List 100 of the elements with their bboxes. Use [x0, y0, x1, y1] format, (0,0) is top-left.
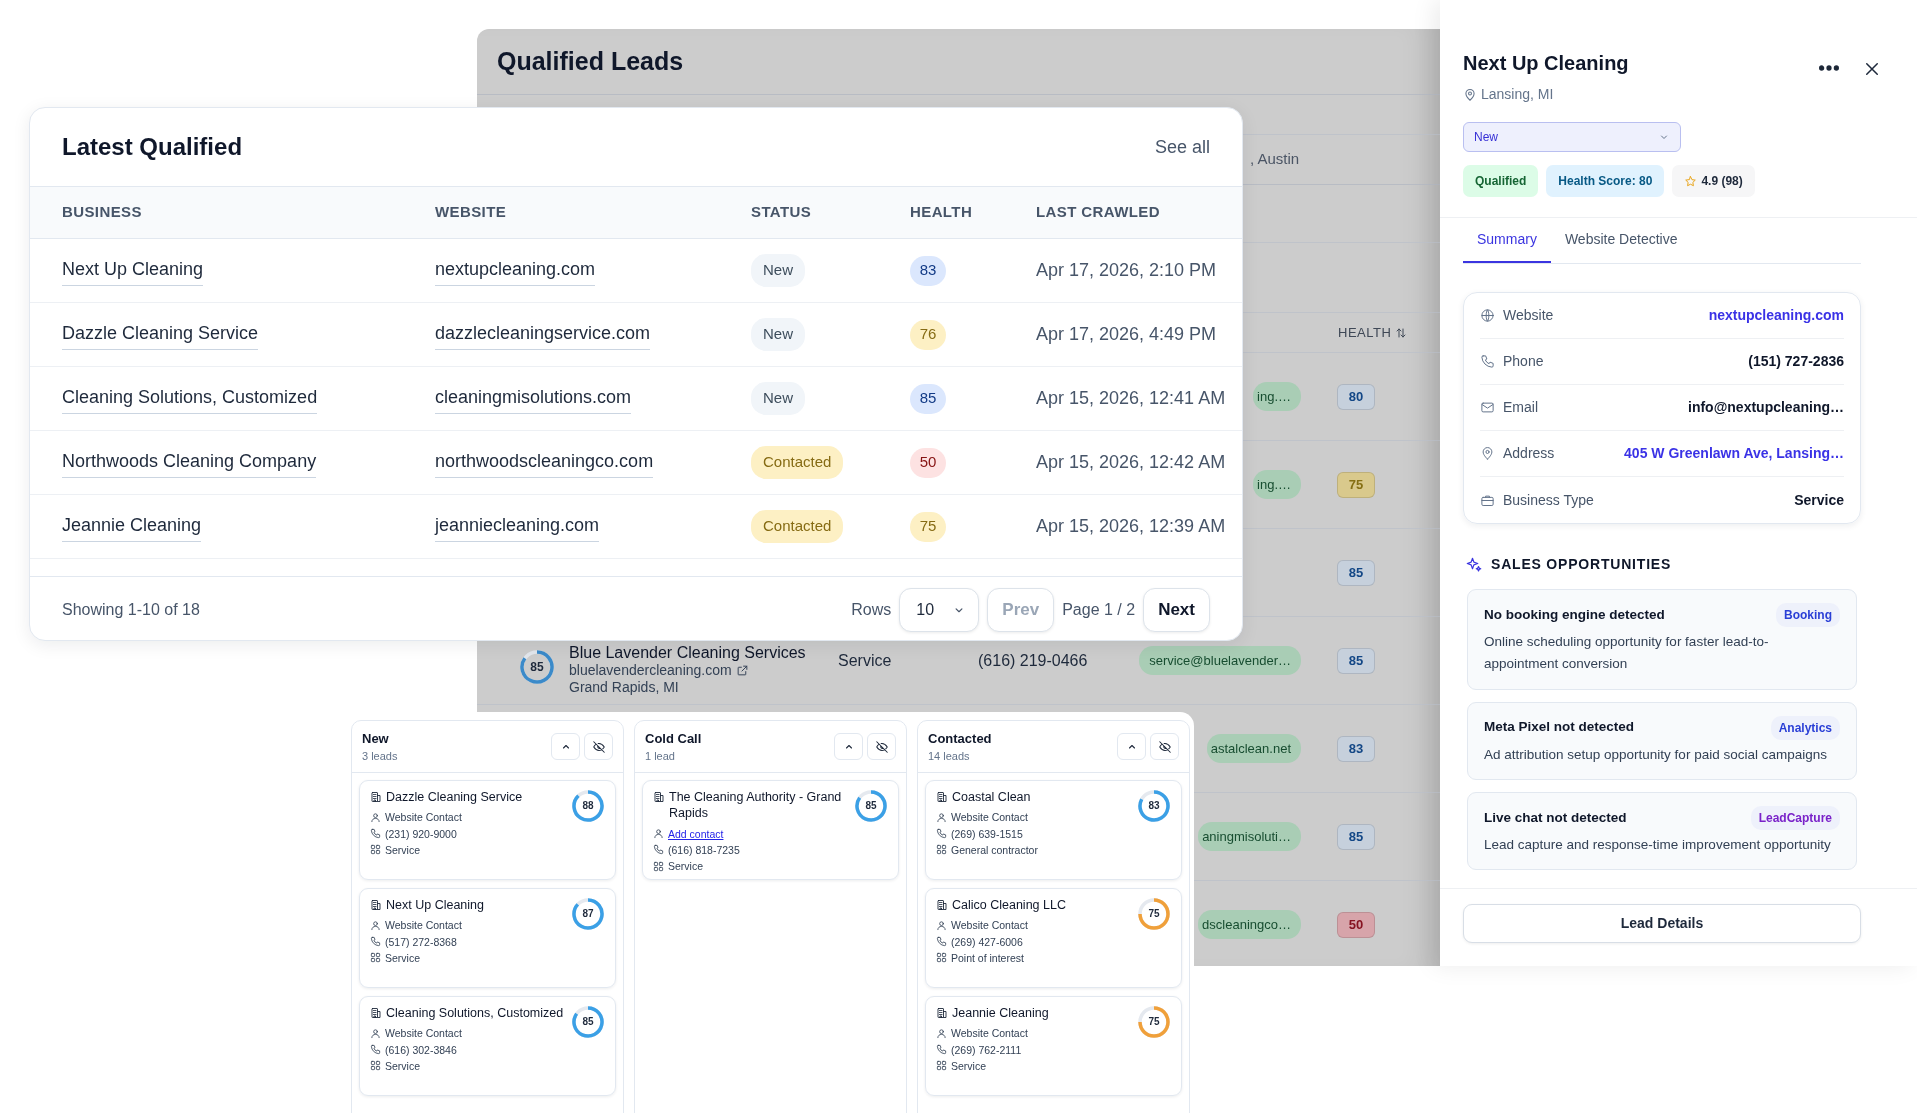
status-pill: New	[751, 254, 805, 287]
lead-card[interactable]: Jeannie Cleaning Website Contact (269) 762-2111 Service 75	[925, 996, 1182, 1096]
score-value: 88	[581, 801, 595, 811]
grid-icon	[370, 844, 381, 856]
business-link[interactable]: Dazzle Cleaning Service	[62, 319, 259, 350]
star-icon	[1684, 174, 1698, 188]
more-icon	[1819, 65, 1839, 71]
panel-title: Next Up Cleaning	[1463, 51, 1629, 76]
hide-button[interactable]	[867, 733, 896, 760]
category-tag: LeadCapture	[1750, 805, 1840, 830]
business-link[interactable]: Jeannie Cleaning	[62, 511, 202, 542]
opportunity-title: No booking engine detected	[1484, 605, 1665, 624]
lead-name: Jeannie Cleaning	[952, 1005, 1049, 1022]
score-ring	[854, 789, 888, 823]
health-score: 83	[910, 255, 946, 286]
score-value: 85	[864, 801, 878, 811]
phone-icon	[370, 828, 381, 840]
website-link[interactable]: jeanniecleaning.com	[435, 511, 600, 542]
column-header: WEBSITE	[435, 202, 508, 223]
grid-icon	[370, 1060, 381, 1072]
phone-number: (269) 762-2111	[951, 1042, 1022, 1058]
lead-card[interactable]: Next Up Cleaning Website Contact (517) 272-8368 Service 87	[359, 888, 616, 988]
category-tag: Analytics	[1770, 715, 1840, 740]
website-link[interactable]: northwoodscleaningco.com	[435, 447, 654, 478]
contact-name: Website Contact	[951, 1026, 1028, 1042]
column-header: LAST CRAWLED	[1036, 202, 1161, 223]
status-pill: Contacted	[751, 510, 844, 543]
business-type: Service	[385, 950, 420, 966]
contact-name: Website Contact	[385, 1026, 462, 1042]
rows-select[interactable]: 10	[899, 587, 980, 632]
person-icon	[936, 811, 947, 823]
business-link[interactable]: Northwoods Cleaning Company	[62, 447, 317, 478]
business-link[interactable]: Next Up Cleaning	[62, 255, 204, 286]
contact-name: Website Contact	[951, 918, 1028, 934]
see-all-link[interactable]: See all	[1154, 133, 1210, 161]
contact-name: Website Contact	[385, 918, 462, 934]
rating-badge: 4.9 (98)	[1672, 165, 1755, 197]
field-link[interactable]: nextupcleaning.com	[1708, 305, 1844, 326]
business-type: Point of interest	[951, 950, 1024, 966]
hide-button[interactable]	[584, 733, 613, 760]
location-text: Grand Rapids, MI	[569, 679, 680, 696]
building-icon	[653, 791, 665, 803]
lead-count: 1 lead	[645, 749, 676, 764]
grid-icon	[936, 844, 947, 856]
more-button[interactable]	[1819, 65, 1839, 71]
status-badge: Qualified	[1463, 165, 1539, 197]
phone-number: (616) 302-3846	[385, 1042, 457, 1058]
lead-card[interactable]: Dazzle Cleaning Service Website Contact (231) 920-9000 Service 88	[359, 780, 616, 880]
next-button[interactable]: Next	[1143, 587, 1210, 632]
health-score: 85	[1337, 647, 1375, 674]
score-ring	[1137, 1005, 1171, 1039]
panel-tab[interactable]: Summary	[1463, 218, 1551, 263]
person-icon	[370, 919, 381, 931]
website-link[interactable]: bluelavendercleaning.com	[569, 662, 732, 680]
opportunity-description: Lead capture and response-time improvement opportunity	[1484, 835, 1832, 854]
status-badge: Health Score: 80	[1546, 165, 1665, 197]
panel-tab[interactable]: Website Detective	[1550, 218, 1692, 263]
add-contact-link[interactable]: Add contact	[668, 825, 724, 842]
field-link[interactable]: 405 W Greenlawn Ave, Lansing…	[1624, 443, 1844, 464]
lead-card[interactable]: Coastal Clean Website Contact (269) 639-1515 General contractor 83	[925, 780, 1182, 880]
field-label: Business Type	[1503, 490, 1594, 510]
field-label: Website	[1503, 306, 1554, 325]
business-link[interactable]: Cleaning Solutions, Customized	[62, 383, 318, 414]
website-link[interactable]: nextupcleaning.com	[435, 255, 596, 286]
location-pin-icon	[1463, 87, 1477, 102]
score-value: 87	[581, 909, 595, 919]
lead-name: Calico Cleaning LLC	[952, 897, 1066, 914]
field-label: Address	[1503, 444, 1555, 463]
lead-count: 14 leads	[928, 749, 971, 764]
field-label: Phone	[1503, 352, 1544, 371]
filter-text: , Austin	[1250, 149, 1300, 170]
building-icon	[936, 1007, 948, 1019]
lead-card[interactable]: Cleaning Solutions, Customized Website Contact (616) 302-3846 Service 85	[359, 996, 616, 1096]
column-header: BUSINESS	[62, 202, 143, 223]
website-link[interactable]: dazzlecleaningservice.com	[435, 319, 651, 350]
lead-card[interactable]: Calico Cleaning LLC Website Contact (269) 427-6006 Point of interest 75	[925, 888, 1182, 988]
contact-name: Website Contact	[385, 810, 462, 826]
lead-card[interactable]: The Cleaning Authority - Grand Rapids Add contact (616) 818-7235 Service 85	[642, 780, 899, 880]
lead-name: Dazzle Cleaning Service	[386, 789, 523, 806]
globe-icon	[1480, 308, 1495, 323]
business-type: Service	[668, 859, 703, 875]
section-title: SALES OPPORTUNITIES	[1491, 555, 1672, 574]
card-title: Latest Qualified	[62, 132, 243, 162]
health-score: 50	[910, 447, 946, 478]
health-score: 83	[1337, 735, 1375, 762]
column-title: Cold Call	[645, 729, 702, 748]
sort-icon	[1395, 326, 1408, 339]
business-type: Service	[385, 842, 420, 858]
grid-icon	[936, 952, 947, 964]
status-pill: Contacted	[751, 446, 844, 479]
field-value: info@nextupcleaning…	[1688, 398, 1844, 417]
business-type: General contractor	[951, 842, 1038, 858]
email-pill: ing.…	[1253, 469, 1301, 500]
website-link[interactable]: cleaningmisolutions.com	[435, 383, 632, 414]
status-select[interactable]: New	[1463, 122, 1681, 152]
lead-details-button[interactable]: Lead Details	[1463, 904, 1861, 943]
hide-button[interactable]	[1150, 733, 1179, 760]
building-icon	[370, 1007, 382, 1019]
score-value: 85	[581, 1017, 595, 1027]
field-label: Email	[1503, 398, 1538, 417]
